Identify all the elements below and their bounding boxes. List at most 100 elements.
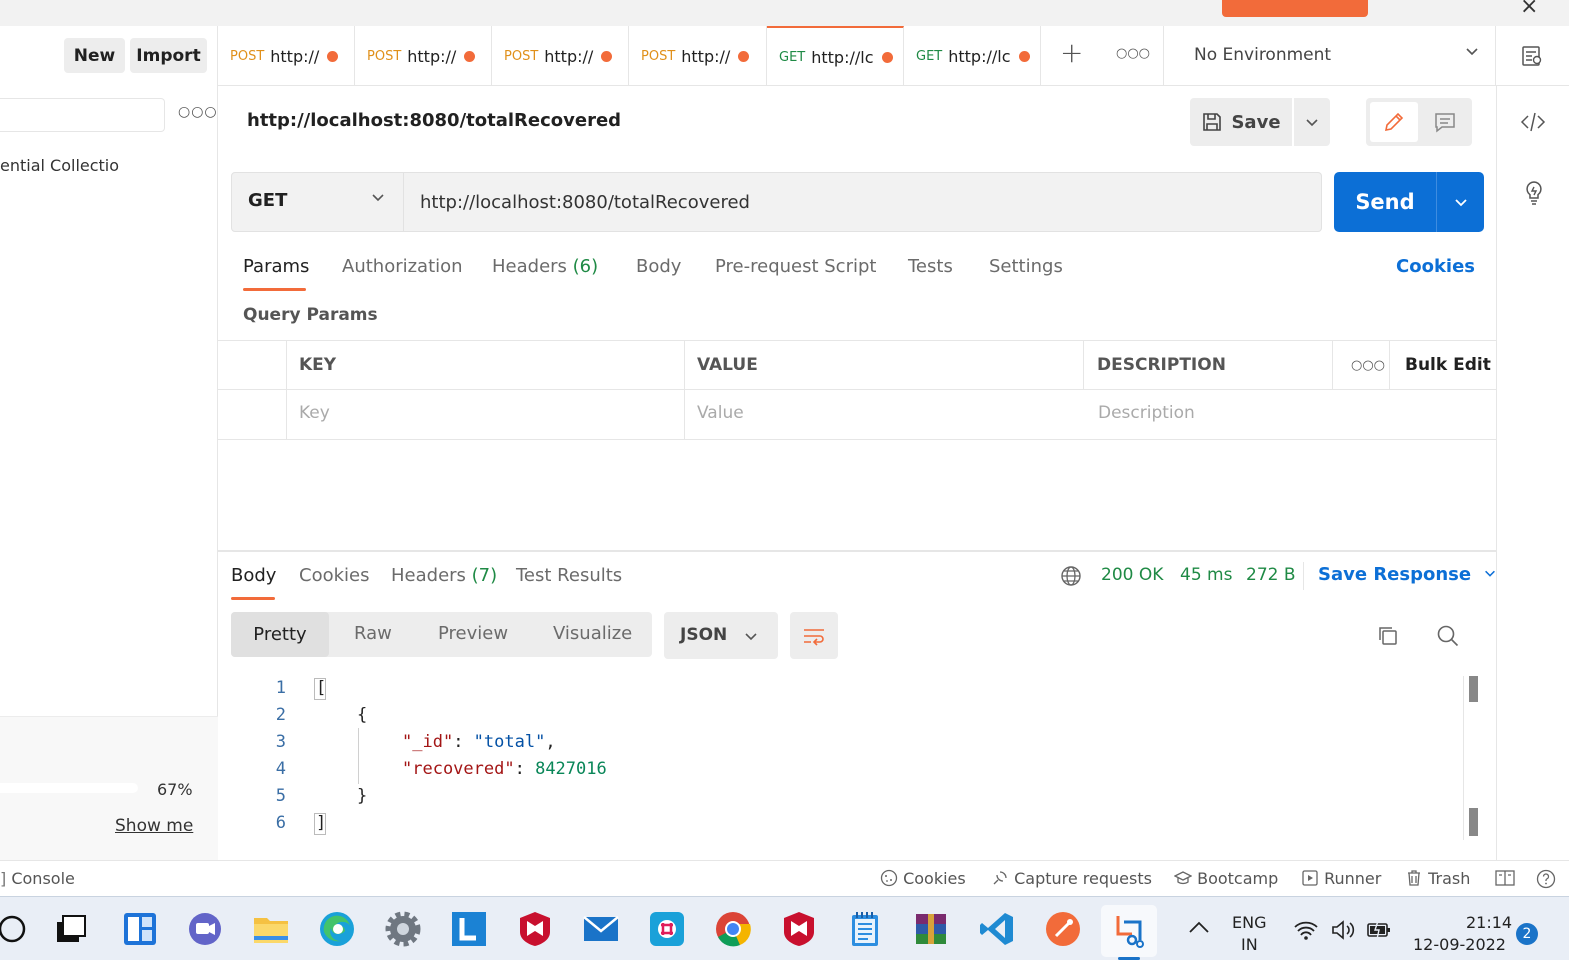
environment-selector[interactable]: No Environment (1163, 26, 1496, 86)
code-line[interactable]: "_id": "total", (402, 732, 556, 752)
key-input[interactable]: Key (299, 403, 330, 423)
cookies-link[interactable]: Cookies (1396, 256, 1475, 277)
lightbulb-icon[interactable] (1521, 178, 1547, 210)
code-line[interactable]: [ (316, 678, 326, 698)
notepad-icon[interactable] (845, 909, 885, 949)
request-tab[interactable]: POST http:// (492, 26, 629, 86)
file-explorer-icon[interactable] (251, 909, 291, 949)
search-icon[interactable] (0, 909, 32, 949)
tab-prerequest-script[interactable]: Pre-request Script (715, 256, 876, 277)
bulk-edit-button[interactable]: Bulk Edit (1405, 355, 1491, 375)
response-size[interactable]: 272 B (1246, 565, 1296, 585)
method-select[interactable]: GET (231, 172, 404, 232)
response-tab-test-results[interactable]: Test Results (516, 565, 622, 586)
request-title[interactable]: http://localhost:8080/totalRecovered (247, 110, 621, 131)
code-line[interactable]: } (357, 786, 367, 806)
vscode-icon[interactable] (977, 909, 1017, 949)
new-tab-plus-icon[interactable]: + (1060, 36, 1083, 69)
widgets-icon[interactable] (120, 909, 160, 949)
scrollbar-thumb[interactable] (1469, 676, 1478, 702)
wifi-icon[interactable] (1293, 919, 1319, 945)
format-raw[interactable]: Raw (354, 623, 392, 644)
clock-date[interactable]: 12-09-2022 (1413, 935, 1506, 954)
chat-icon[interactable] (185, 909, 225, 949)
edit-mode-button[interactable] (1370, 102, 1418, 142)
format-visualize[interactable]: Visualize (553, 623, 632, 644)
tab-tests[interactable]: Tests (908, 256, 953, 277)
mail-icon[interactable] (581, 909, 621, 949)
wrap-lines-button[interactable] (790, 612, 838, 659)
request-tab[interactable]: GET http://lc (904, 26, 1041, 86)
request-tab-active[interactable]: GET http://lc (767, 26, 904, 86)
format-preview[interactable]: Preview (438, 623, 508, 644)
send-button[interactable]: Send (1334, 172, 1436, 232)
console-button[interactable]: ] Console (0, 869, 75, 888)
sidebar-item-collection[interactable]: ential Collectio (0, 156, 119, 175)
request-tab[interactable]: POST http:// (218, 26, 355, 86)
show-me-link[interactable]: Show me (115, 816, 193, 836)
mcafee-icon[interactable] (515, 909, 555, 949)
sidebar-search-input[interactable] (0, 98, 165, 132)
code-line[interactable]: { (357, 705, 367, 725)
tab-authorization[interactable]: Authorization (342, 256, 463, 277)
tab-params[interactable]: Params (243, 256, 309, 277)
bootcamp-button[interactable]: Bootcamp (1173, 869, 1278, 888)
url-input[interactable]: http://localhost:8080/totalRecovered (404, 172, 1322, 232)
globe-icon[interactable] (1060, 565, 1082, 591)
chevron-up-icon[interactable] (1188, 919, 1210, 939)
status-code[interactable]: 200 OK (1101, 565, 1163, 585)
tab-settings[interactable]: Settings (989, 256, 1063, 277)
slack-app-icon[interactable] (647, 909, 687, 949)
scrollbar-marker[interactable] (1469, 808, 1478, 836)
save-response-button[interactable]: Save Response (1318, 564, 1497, 585)
lenovo-vantage-icon[interactable] (449, 909, 489, 949)
import-button[interactable]: Import (130, 38, 207, 73)
request-tab[interactable]: POST http:// (629, 26, 767, 86)
tab-options-icon[interactable]: ○○○ (1116, 46, 1150, 61)
winrar-icon[interactable] (911, 909, 951, 949)
upgrade-button[interactable] (1222, 0, 1368, 17)
response-time[interactable]: 45 ms (1180, 565, 1232, 585)
response-tab-body[interactable]: Body (231, 565, 276, 586)
response-tab-headers[interactable]: Headers (7) (391, 565, 497, 586)
code-line[interactable]: ] (316, 813, 326, 833)
settings-gear-icon[interactable] (383, 909, 423, 949)
battery-charging-icon[interactable] (1366, 920, 1392, 944)
format-pretty[interactable]: Pretty (231, 612, 329, 657)
mcafee-security-icon[interactable] (779, 909, 819, 949)
search-icon[interactable] (1436, 624, 1460, 652)
request-tab[interactable]: POST http:// (355, 26, 492, 86)
table-options-icon[interactable]: ○○○ (1351, 358, 1385, 373)
task-view-icon[interactable] (50, 909, 90, 949)
help-icon[interactable] (1536, 869, 1556, 893)
response-divider[interactable] (218, 550, 1496, 552)
notification-badge[interactable]: 2 (1516, 923, 1538, 945)
save-options-button[interactable] (1294, 98, 1330, 146)
capture-requests-button[interactable]: Capture requests (991, 869, 1152, 888)
value-input[interactable]: Value (697, 403, 744, 423)
more-options-icon[interactable]: ○○○ (178, 104, 218, 120)
tab-headers[interactable]: Headers (6) (492, 256, 598, 277)
description-input[interactable]: Description (1098, 403, 1195, 423)
runner-button[interactable]: Runner (1301, 869, 1381, 888)
comments-mode-button[interactable] (1422, 102, 1468, 142)
close-window-icon[interactable]: × (1520, 0, 1538, 19)
code-line[interactable]: "recovered": 8427016 (402, 759, 607, 779)
send-options-button[interactable] (1436, 172, 1484, 232)
response-tab-cookies[interactable]: Cookies (299, 565, 369, 586)
language-indicator-bottom[interactable]: IN (1241, 935, 1258, 954)
save-button[interactable]: Save (1190, 98, 1292, 146)
volume-icon[interactable] (1330, 919, 1356, 945)
trash-button[interactable]: Trash (1405, 869, 1470, 888)
new-button[interactable]: New (64, 38, 125, 73)
code-snippet-icon[interactable] (1519, 108, 1547, 140)
two-pane-icon[interactable] (1495, 869, 1515, 891)
copy-icon[interactable] (1376, 624, 1400, 652)
postman-icon[interactable] (1043, 909, 1083, 949)
edge-browser-icon[interactable] (317, 909, 357, 949)
language-indicator-top[interactable]: ENG (1232, 913, 1266, 932)
chrome-browser-icon[interactable] (713, 909, 753, 949)
snipping-tool-icon[interactable] (1109, 909, 1149, 949)
clock-time[interactable]: 21:14 (1466, 913, 1512, 932)
cookies-button[interactable]: Cookies (880, 869, 966, 888)
